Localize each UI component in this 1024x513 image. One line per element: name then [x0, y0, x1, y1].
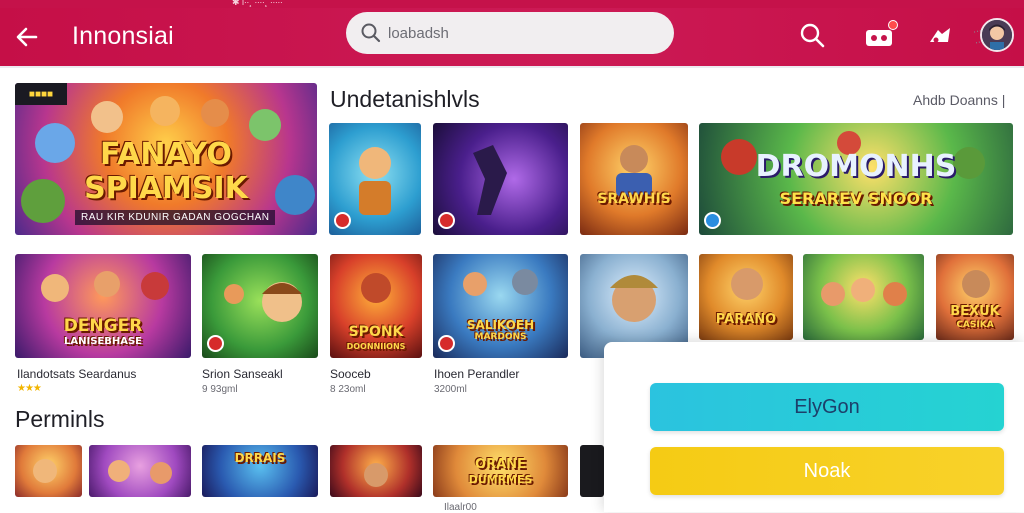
- tile-characters: [821, 278, 907, 306]
- tile-characters: [108, 460, 172, 484]
- game-tile[interactable]: SRAWHIS: [580, 123, 688, 235]
- notification-badge: [888, 20, 898, 30]
- back-arrow-icon: [16, 27, 38, 47]
- app-header: Innonsiai ·∙∙ ∙∙: [0, 8, 1024, 66]
- tile-badge: [438, 212, 455, 229]
- game-button[interactable]: [924, 20, 956, 52]
- tile-art: [580, 445, 604, 497]
- tile-title: PARANO: [715, 312, 777, 327]
- game-tile[interactable]: SPONK DOONNIIONS: [330, 254, 422, 358]
- game-tile[interactable]: [329, 123, 421, 235]
- search-input[interactable]: [388, 12, 618, 54]
- game-tile[interactable]: DENGER LANISEBHASE: [15, 254, 191, 358]
- tile-subtitle: DUMRMES: [468, 473, 533, 486]
- game-tile[interactable]: BEXUK CASIKA: [936, 254, 1014, 340]
- row3-caption: Ilaalr00: [444, 502, 477, 513]
- tile-title: DROMONHS: [755, 149, 957, 184]
- action-panel: ElyGon Noak: [604, 342, 1024, 512]
- game-tile[interactable]: PARANO: [699, 254, 793, 340]
- popular-section-title: Perminls: [15, 406, 105, 432]
- game-caption-title: Srion Sanseakl: [202, 367, 283, 381]
- header-divider: [0, 66, 1024, 68]
- tile-title: DENGER: [63, 316, 143, 336]
- game-tile[interactable]: [433, 123, 568, 235]
- game-tile[interactable]: DROMONHS SERAREV SNOOR: [699, 123, 1013, 235]
- tile-character: [616, 145, 652, 197]
- tile-title: ORANE: [475, 457, 526, 472]
- hero-subtitle: RAU KIR KDUNIR GADAN GOGCHAN: [75, 210, 276, 225]
- game-tile[interactable]: DRRAIS: [202, 445, 318, 497]
- tile-title: BEXUK: [950, 304, 1000, 319]
- tile-character: [731, 268, 763, 300]
- avatar[interactable]: [980, 18, 1014, 52]
- search-bar[interactable]: ·∙∙ ∙∙: [346, 12, 983, 54]
- search-icon: [800, 23, 825, 48]
- tile-subtitle: LANISEBHASE: [64, 336, 142, 347]
- tile-character: [364, 463, 388, 487]
- hero-banner[interactable]: ■■■■ FANAYO SPIAMSIK RAU KIR KDUNIR GADA…: [15, 83, 317, 235]
- back-button[interactable]: [10, 20, 44, 54]
- hero-title-line1: FANAYO: [100, 137, 232, 172]
- search-icon: [361, 23, 381, 43]
- game-caption-sub: 9 93gml: [202, 384, 238, 395]
- featured-section-title: Undetanishlvls: [330, 86, 480, 112]
- hero-title-line2: SPIAMSIK: [84, 171, 248, 206]
- secondary-action-button[interactable]: Noak: [650, 447, 1004, 495]
- gift-button[interactable]: [862, 20, 898, 52]
- tile-badge: [334, 212, 351, 229]
- game-caption-title: Sooceb: [330, 367, 371, 381]
- tile-character: [33, 459, 57, 483]
- game-tile[interactable]: ORANE DUMRMES: [433, 445, 568, 497]
- game-controller-icon: [930, 28, 950, 43]
- tile-subtitle: SERAREV SNOOR: [779, 189, 933, 208]
- see-all-link[interactable]: Ahdb Doanns |: [913, 92, 1005, 108]
- tile-subtitle: DOONNIIONS: [346, 342, 406, 351]
- game-tile[interactable]: SALIKOEH MARDONS: [433, 254, 568, 358]
- game-tile[interactable]: [803, 254, 924, 340]
- primary-action-button[interactable]: ElyGon: [650, 383, 1004, 431]
- tile-badge: [207, 335, 224, 352]
- rating-stars: ★★★: [17, 383, 42, 394]
- app-title: Innonsiai: [72, 22, 174, 50]
- hero-tag: ■■■■: [15, 83, 67, 105]
- game-tile[interactable]: [330, 445, 422, 497]
- game-caption-sub: 3200ml: [434, 384, 467, 395]
- tile-badge: [704, 212, 721, 229]
- game-tile[interactable]: [580, 445, 604, 497]
- game-caption-title: Ihoen Perandler: [434, 367, 520, 381]
- tile-badge: [438, 335, 455, 352]
- game-tile[interactable]: [15, 445, 82, 497]
- search-button[interactable]: [797, 20, 829, 52]
- game-caption-sub: 8 23oml: [330, 384, 366, 395]
- game-tile[interactable]: [202, 254, 318, 358]
- avatar-icon: [982, 20, 1012, 50]
- tile-title: SRAWHIS: [597, 191, 671, 207]
- tile-title: DRRAIS: [234, 451, 286, 465]
- game-tile[interactable]: [89, 445, 191, 497]
- tile-subtitle: CASIKA: [956, 320, 994, 330]
- status-bar: ✱ l∙∙¸ ∙∙∙∙¸ ∙∙∙∙∙: [0, 0, 1024, 8]
- status-text: ✱ l∙∙¸ ∙∙∙∙¸ ∙∙∙∙∙: [232, 0, 283, 7]
- game-caption-title: Ilandotsats Seardanus: [17, 367, 137, 381]
- tile-title: SALIKOEH: [466, 318, 535, 332]
- tile-title: SPONK: [348, 324, 404, 340]
